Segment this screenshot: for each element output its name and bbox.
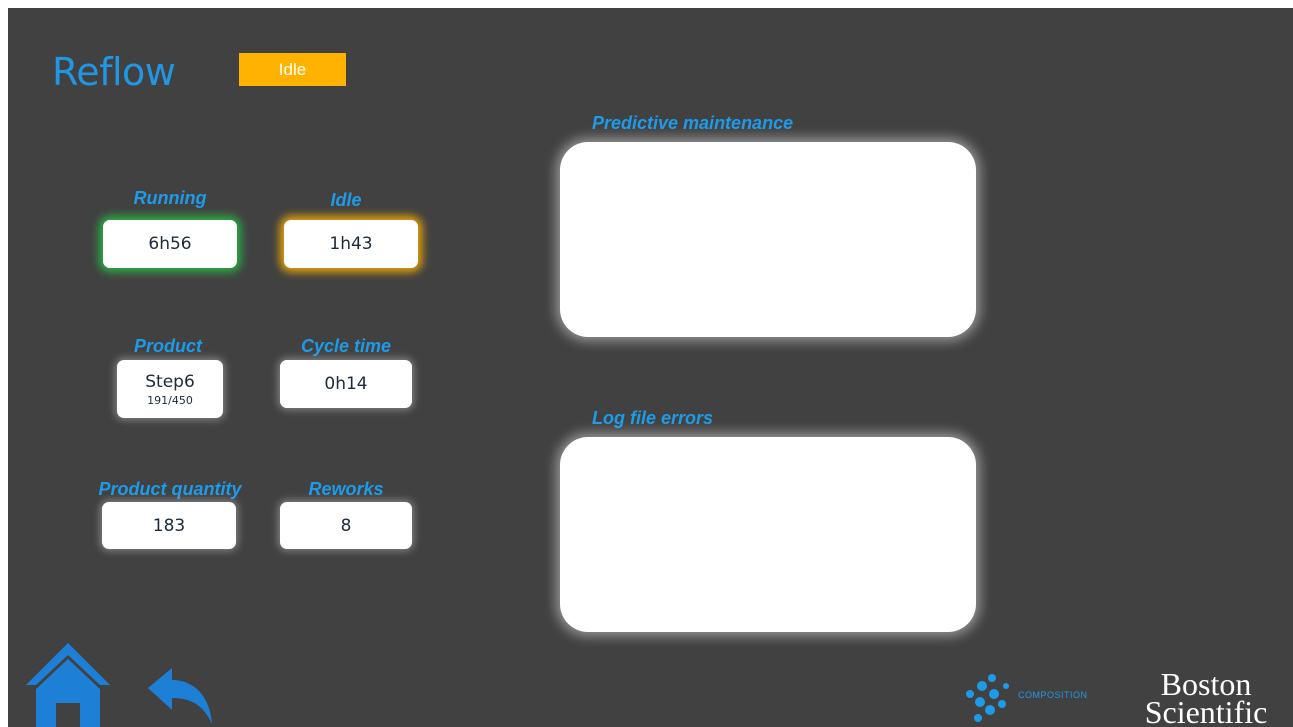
home-icon[interactable] [24,641,112,727]
idle-value-box: 1h43 [284,220,418,268]
idle-label: Idle [330,190,362,210]
reworks-label: Reworks [308,479,384,499]
cycle-time-label: Cycle time [300,336,392,356]
cycle-time-value-box: 0h14 [280,360,412,408]
product-value: Step6 [145,371,195,392]
product-quantity-value-box: 183 [102,502,236,549]
predictive-maintenance-label: Predictive maintenance [592,113,794,133]
product-progress: 191/450 [147,393,193,407]
product-label: Product [133,336,202,356]
status-badge: Idle [239,53,346,86]
product-quantity-label: Product quantity [98,479,242,499]
cycle-time-value: 0h14 [324,374,368,394]
dashboard-screen: Reflow Idle Running 6h56 Idle 1h43 Produ… [8,8,1293,727]
boston-scientific-logo: Boston Scientific [1126,668,1286,727]
idle-value: 1h43 [329,234,373,254]
reworks-value: 8 [340,515,352,536]
log-file-errors-panel [560,437,976,632]
reworks-value-box: 8 [280,502,412,549]
product-quantity-value: 183 [152,515,186,536]
running-value-box: 6h56 [103,220,237,268]
product-value-box: Step6 191/450 [117,360,223,418]
page-title: Reflow [52,50,176,94]
back-arrow-icon[interactable] [146,666,214,726]
predictive-maintenance-panel [560,142,976,337]
running-value: 6h56 [148,234,192,254]
log-file-errors-label: Log file errors [592,408,714,428]
composition-logo-icon [966,674,1009,722]
running-label: Running [133,188,207,208]
composition-logo-text: COMPOSITION [1018,690,1088,700]
brand-line-2: Scientific [1144,694,1268,727]
